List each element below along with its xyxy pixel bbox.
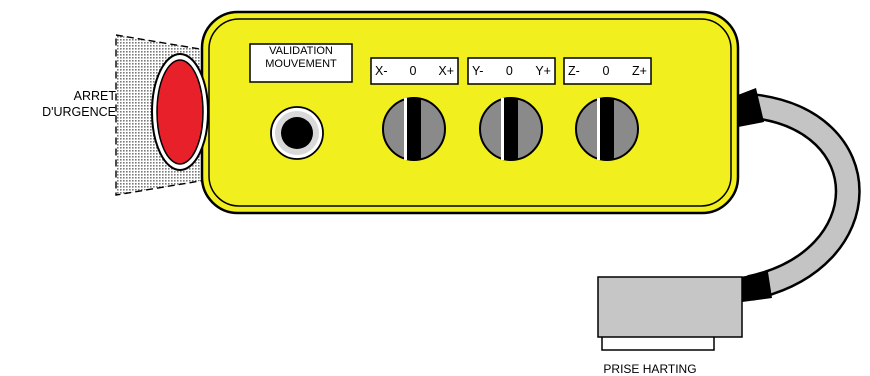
axis-y-selector[interactable] (479, 97, 543, 161)
axis-z-selector[interactable] (575, 97, 639, 161)
axis-y-minus: Y- (472, 64, 484, 78)
emergency-stop-label-line1: ARRET (73, 89, 116, 103)
axis-y-plus: Y+ (535, 64, 551, 78)
emergency-stop-label: ARRET D'URGENCE (40, 88, 116, 120)
axis-x-selector[interactable] (382, 97, 446, 161)
axis-y-label: Y- 0 Y+ (468, 58, 555, 84)
axis-x-zero: 0 (409, 64, 417, 78)
axis-z-label: Z- 0 Z+ (564, 58, 651, 84)
axis-z-minus: Z- (568, 64, 580, 78)
pendant-diagram (115, 10, 861, 351)
connector-body (597, 276, 743, 338)
axis-y-zero: 0 (505, 64, 513, 78)
connector-label: PRISE HARTING (603, 362, 697, 376)
cable (747, 93, 861, 301)
emergency-stop-button[interactable] (151, 53, 209, 171)
harting-connector (597, 276, 743, 351)
cable-gland-connector (740, 272, 772, 302)
validation-label-line2: MOUVEMENT (265, 58, 337, 70)
axis-x-plus: X+ (438, 64, 454, 78)
axis-x-label: X- 0 X+ (371, 58, 458, 84)
axis-z-zero: 0 (602, 64, 610, 78)
validation-label: VALIDATION MOUVEMENT (250, 45, 352, 71)
validation-label-line1: VALIDATION (269, 45, 333, 57)
emergency-stop-label-line2: D'URGENCE (42, 105, 116, 119)
axis-z-plus: Z+ (632, 64, 647, 78)
axis-x-minus: X- (375, 64, 388, 78)
validation-button[interactable] (270, 106, 324, 160)
